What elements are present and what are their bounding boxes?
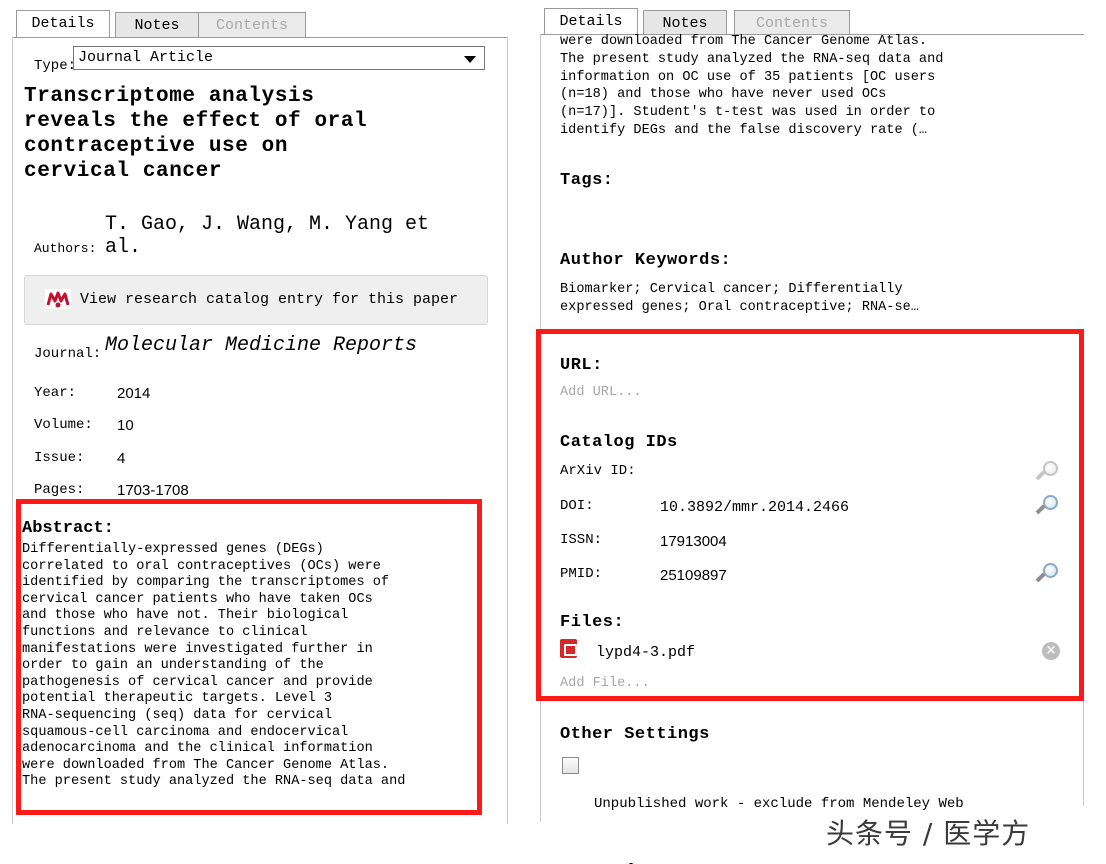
abstract-text-continued[interactable]: were downloaded from The Cancer Genome A… [560, 33, 1040, 153]
title-line: cervical cancer [24, 160, 223, 183]
abstract-heading: Abstract: [22, 519, 114, 538]
issn-label: ISSN: [560, 532, 603, 548]
volume-value[interactable]: 10 [117, 417, 134, 434]
pages-label: Pages: [34, 482, 85, 498]
type-label: Type: [34, 58, 77, 74]
doi-lookup-search-icon[interactable] [1035, 493, 1060, 517]
unpublished-work-checkbox[interactable] [562, 757, 579, 774]
add-url-input[interactable]: Add URL... [560, 385, 642, 400]
file-link[interactable]: lypd4-3.pdf [596, 644, 695, 661]
issue-value[interactable]: 4 [117, 450, 125, 467]
volume-label: Volume: [34, 417, 93, 433]
mendeley-icon [45, 289, 71, 309]
author-keywords-text[interactable]: Biomarker; Cervical cancer; Differential… [560, 281, 919, 317]
journal-label: Journal: [34, 346, 102, 362]
other-settings-heading: Other Settings [560, 725, 710, 744]
type-select[interactable]: Journal Article [73, 46, 485, 70]
authors-line: T. Gao, J. Wang, M. Yang et [105, 213, 430, 236]
author-keywords-heading: Author Keywords: [560, 251, 732, 270]
catalog-ids-heading: Catalog IDs [560, 433, 678, 452]
unpublished-label-line: catalog [594, 859, 964, 864]
issue-label: Issue: [34, 450, 85, 466]
tab-details[interactable]: Details [544, 8, 638, 35]
arxiv-label: ArXiv ID: [560, 463, 636, 479]
type-select-value: Journal Article [78, 49, 214, 66]
add-file-input[interactable]: Add File... [560, 676, 650, 691]
files-heading: Files: [560, 613, 625, 632]
tab-notes[interactable]: Notes [115, 12, 199, 37]
view-catalog-entry-button[interactable]: View research catalog entry for this pap… [24, 275, 488, 325]
authors-line: al. [105, 236, 142, 259]
tab-contents[interactable]: Contents [198, 12, 306, 37]
title-line: contraceptive use on [24, 135, 289, 158]
abstract-text[interactable]: Differentially-expressed genes (DEGs) co… [22, 542, 470, 814]
remove-file-icon[interactable]: × [1042, 642, 1060, 660]
pdf-file-icon [560, 639, 577, 658]
year-label: Year: [34, 385, 77, 401]
document-title[interactable]: Transcriptome analysis reveals the effec… [24, 84, 464, 184]
tab-details[interactable]: Details [16, 10, 110, 37]
chevron-down-icon [464, 56, 476, 63]
url-heading: URL: [560, 356, 603, 375]
title-line: reveals the effect of oral [24, 110, 368, 133]
year-value[interactable]: 2014 [117, 385, 150, 402]
authors-label: Authors: [34, 241, 97, 256]
view-catalog-entry-label: View research catalog entry for this pap… [80, 291, 459, 308]
doi-value[interactable]: 10.3892/mmr.2014.2466 [660, 499, 849, 516]
journal-value[interactable]: Molecular Medicine Reports [105, 334, 417, 357]
title-line: Transcriptome analysis [24, 85, 315, 108]
authors-field[interactable]: T. Gao, J. Wang, M. Yang et al. [105, 213, 465, 259]
arxiv-lookup-search-icon[interactable] [1035, 459, 1060, 483]
pages-value[interactable]: 1703-1708 [117, 482, 189, 499]
tab-contents[interactable]: Contents [734, 10, 850, 35]
pmid-label: PMID: [560, 566, 603, 582]
pmid-lookup-search-icon[interactable] [1035, 561, 1060, 585]
tags-heading: Tags: [560, 171, 614, 190]
watermark: 头条号 / 医学方 [826, 817, 1031, 850]
doi-label: DOI: [560, 498, 594, 514]
pmid-value[interactable]: 25109897 [660, 567, 727, 584]
tab-notes[interactable]: Notes [643, 10, 727, 35]
issn-value[interactable]: 17913004 [660, 533, 727, 550]
